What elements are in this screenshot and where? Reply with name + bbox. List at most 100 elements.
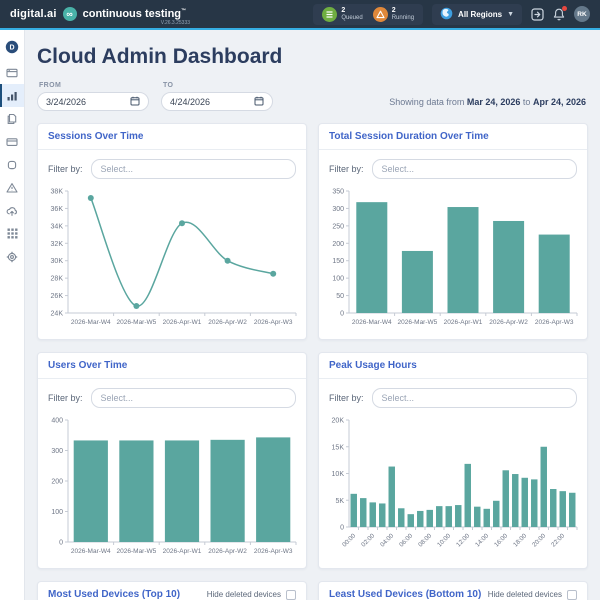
sidebar-item-apps[interactable] bbox=[0, 222, 24, 245]
svg-text:2026-Mar-W5: 2026-Mar-W5 bbox=[117, 548, 157, 555]
from-date-value: 3/24/2026 bbox=[46, 96, 87, 107]
running-label: Running bbox=[391, 15, 415, 21]
svg-text:100: 100 bbox=[51, 509, 63, 516]
svg-text:2026-Mar-W4: 2026-Mar-W4 bbox=[352, 319, 392, 326]
grid-icon bbox=[7, 228, 18, 239]
filter-by-label: Filter by: bbox=[329, 164, 364, 174]
svg-text:0: 0 bbox=[340, 525, 344, 532]
brand-area: digital.ai ∞ continuous testing™ V.26.3.… bbox=[10, 7, 191, 26]
peak-usage-bar-chart: 0 5K 10K 15K 20K 00:00 02:00 04:00 06:00 08:00 10:… bbox=[332, 418, 578, 549]
product-name: continuous testing™ V.26.3.25333 bbox=[82, 8, 191, 26]
sidebar: D bbox=[0, 30, 25, 600]
users-bar-chart: 0 100 200 300 400 2026-Mar-W4 2026-Mar-W5 2026-… bbox=[51, 418, 297, 555]
svg-text:5K: 5K bbox=[335, 498, 344, 505]
svg-text:34K: 34K bbox=[51, 223, 64, 230]
session-duration-card: Total Session Duration Over Time Filter … bbox=[318, 123, 588, 340]
sidebar-item-documents[interactable] bbox=[0, 107, 24, 130]
to-date-value: 4/24/2026 bbox=[170, 96, 211, 107]
svg-text:08:00: 08:00 bbox=[417, 532, 433, 548]
to-date-group: TO 4/24/2026 bbox=[161, 82, 273, 111]
sidebar-item-org[interactable]: D bbox=[0, 35, 24, 58]
svg-text:20K: 20K bbox=[332, 418, 345, 425]
from-date-input[interactable]: 3/24/2026 bbox=[37, 92, 149, 111]
filter-by-label: Filter by: bbox=[48, 164, 83, 174]
sidebar-item-settings[interactable] bbox=[0, 245, 24, 268]
org-logo-icon: D bbox=[5, 40, 19, 54]
avatar[interactable]: RK bbox=[574, 6, 590, 22]
svg-text:24K: 24K bbox=[51, 311, 64, 318]
svg-text:200: 200 bbox=[51, 479, 63, 486]
globe-icon bbox=[440, 7, 453, 22]
svg-text:2026-Apr-W2: 2026-Apr-W2 bbox=[208, 548, 247, 555]
svg-text:00:00: 00:00 bbox=[341, 532, 357, 548]
svg-text:16:00: 16:00 bbox=[493, 532, 509, 548]
notifications-bell-icon[interactable] bbox=[553, 5, 567, 21]
notification-dot bbox=[562, 5, 567, 11]
svg-text:2026-Apr-W2: 2026-Apr-W2 bbox=[489, 319, 528, 326]
sidebar-item-console[interactable] bbox=[0, 61, 24, 84]
svg-text:2026-Mar-W4: 2026-Mar-W4 bbox=[71, 548, 111, 555]
region-selector[interactable]: All Regions ▼ bbox=[432, 3, 522, 25]
date-range-row: FROM 3/24/2026 TO 4/24/2026 Showing data… bbox=[37, 82, 586, 111]
svg-text:400: 400 bbox=[51, 418, 63, 425]
least-used-devices-card: Least Used Devices (Bottom 10) Hide dele… bbox=[318, 581, 588, 600]
device-icon bbox=[6, 159, 18, 171]
documents-icon bbox=[6, 113, 18, 125]
filter-select[interactable]: Select... bbox=[90, 388, 296, 408]
launch-icon[interactable] bbox=[531, 7, 544, 21]
digitalai-logo: digital.ai bbox=[10, 8, 57, 20]
svg-text:300: 300 bbox=[51, 448, 63, 455]
queued-icon bbox=[322, 6, 338, 22]
svg-text:350: 350 bbox=[332, 189, 344, 196]
peak-usage-hours-card: Peak Usage Hours Filter by: Select... 0 5… bbox=[318, 352, 588, 569]
svg-text:250: 250 bbox=[332, 223, 344, 230]
calendar-icon[interactable] bbox=[130, 96, 140, 108]
console-icon bbox=[6, 67, 18, 79]
svg-text:20:00: 20:00 bbox=[531, 532, 547, 548]
queued-badge[interactable]: 2 Queued bbox=[322, 6, 363, 22]
svg-text:26K: 26K bbox=[51, 293, 64, 300]
region-label: All Regions bbox=[458, 9, 503, 19]
svg-text:22:00: 22:00 bbox=[550, 532, 566, 548]
svg-text:2026-Apr-W1: 2026-Apr-W1 bbox=[444, 319, 483, 326]
hide-deleted-devices-toggle[interactable]: Hide deleted devices bbox=[488, 589, 577, 600]
svg-text:30K: 30K bbox=[51, 258, 64, 265]
svg-text:0: 0 bbox=[340, 311, 344, 318]
sidebar-item-devices[interactable] bbox=[0, 153, 24, 176]
hide-deleted-checkbox[interactable] bbox=[286, 589, 296, 600]
card-title: Most Used Devices (Top 10) bbox=[48, 589, 181, 600]
svg-text:06:00: 06:00 bbox=[398, 532, 414, 548]
hide-deleted-devices-toggle[interactable]: Hide deleted devices bbox=[207, 589, 296, 600]
top-header: digital.ai ∞ continuous testing™ V.26.3.… bbox=[0, 0, 600, 28]
sidebar-item-alerts[interactable] bbox=[0, 176, 24, 199]
svg-text:10:00: 10:00 bbox=[436, 532, 452, 548]
main-content: Cloud Admin Dashboard FROM 3/24/2026 TO … bbox=[25, 30, 600, 600]
settings-icon bbox=[6, 251, 18, 263]
to-date-input[interactable]: 4/24/2026 bbox=[161, 92, 273, 111]
running-icon bbox=[372, 6, 388, 22]
svg-text:300: 300 bbox=[332, 206, 344, 213]
page-title: Cloud Admin Dashboard bbox=[37, 45, 283, 68]
svg-text:14:00: 14:00 bbox=[474, 532, 490, 548]
svg-text:04:00: 04:00 bbox=[379, 532, 395, 548]
svg-text:150: 150 bbox=[332, 258, 344, 265]
session-status-group: 2 Queued 2 Running bbox=[313, 3, 424, 25]
sidebar-item-uploads[interactable] bbox=[0, 199, 24, 222]
sidebar-item-billing[interactable] bbox=[0, 130, 24, 153]
filter-select[interactable]: Select... bbox=[371, 388, 577, 408]
filter-select[interactable]: Select... bbox=[90, 159, 296, 179]
running-badge[interactable]: 2 Running bbox=[372, 6, 415, 22]
to-label: TO bbox=[163, 82, 174, 89]
filter-select[interactable]: Select... bbox=[371, 159, 577, 179]
svg-text:12:00: 12:00 bbox=[455, 532, 471, 548]
from-date-group: FROM 3/24/2026 bbox=[37, 82, 149, 111]
users-over-time-card: Users Over Time Filter by: Select... 0 10… bbox=[37, 352, 307, 569]
hide-deleted-checkbox[interactable] bbox=[567, 589, 577, 600]
calendar-icon[interactable] bbox=[254, 96, 264, 108]
chevron-down-icon: ▼ bbox=[507, 10, 514, 18]
version-label: V.26.3.25333 bbox=[160, 20, 191, 26]
sidebar-item-dashboard[interactable] bbox=[0, 84, 24, 107]
svg-text:36K: 36K bbox=[51, 206, 64, 213]
svg-text:10K: 10K bbox=[332, 471, 345, 478]
svg-text:32K: 32K bbox=[51, 241, 64, 248]
